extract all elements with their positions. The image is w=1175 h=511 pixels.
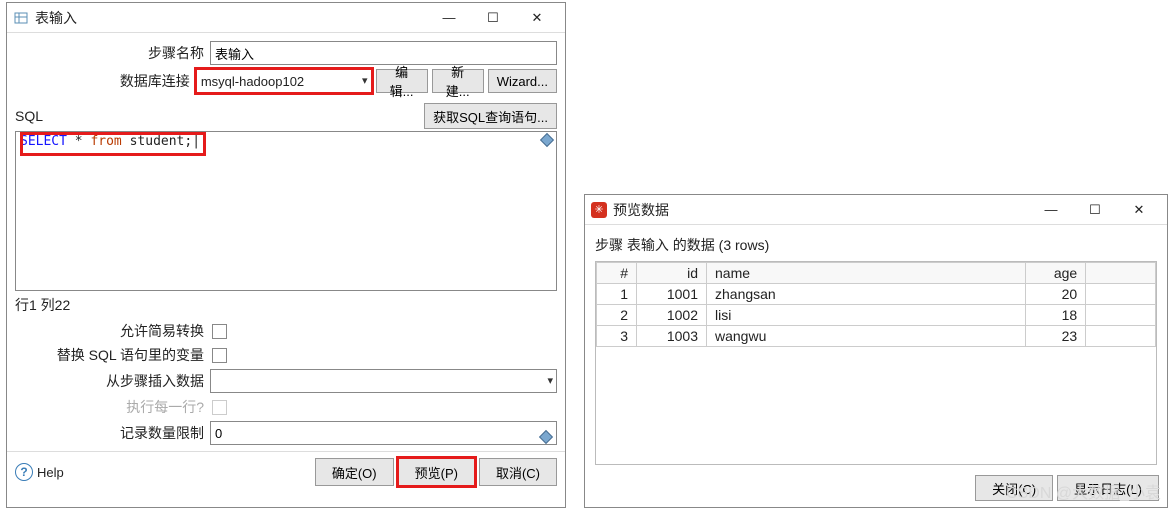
wizard-button[interactable]: Wizard... (488, 69, 557, 93)
preview-icon: ✳ (591, 202, 607, 218)
replace-vars-checkbox[interactable] (212, 348, 227, 363)
dialog-footer: ? Help 确定(O) 预览(P) 取消(C) (7, 451, 565, 492)
exec-each-row-checkbox (212, 400, 227, 415)
col-age: age (1026, 263, 1086, 284)
table-header-row: # id name age (597, 263, 1156, 284)
replace-vars-label: 替换 SQL 语句里的变量 (15, 345, 210, 365)
titlebar: ✳ 预览数据 — ☐ ✕ (585, 195, 1167, 225)
db-connection-combo[interactable]: msyql-hadoop102 ▾ (196, 69, 372, 93)
close-preview-button[interactable]: 关闭(C) (975, 475, 1053, 501)
close-button[interactable]: ✕ (515, 4, 559, 32)
table-input-dialog: 表输入 — ☐ ✕ 步骤名称 数据库连接 msyql-hadoop102 ▾ 编… (6, 2, 566, 508)
help-link[interactable]: Help (37, 465, 64, 480)
record-limit-label: 记录数量限制 (15, 423, 210, 443)
new-connection-button[interactable]: 新建... (432, 69, 484, 93)
exec-each-row-label: 执行每一行? (15, 397, 210, 417)
allow-simple-label: 允许简易转换 (15, 321, 210, 341)
col-name: name (707, 263, 1026, 284)
table-row[interactable]: 2 1002 lisi 18 (597, 305, 1156, 326)
step-name-input[interactable] (210, 41, 557, 65)
get-sql-button[interactable]: 获取SQL查询语句... (424, 103, 557, 129)
ok-button[interactable]: 确定(O) (315, 458, 394, 486)
record-limit-input[interactable] (210, 421, 557, 445)
table-row[interactable]: 3 1003 wangwu 23 (597, 326, 1156, 347)
col-index: # (597, 263, 637, 284)
col-filler (1086, 263, 1156, 284)
insert-from-step-label: 从步骤插入数据 (15, 371, 210, 391)
form-area: 步骤名称 数据库连接 msyql-hadoop102 ▾ 编辑... 新建...… (7, 33, 565, 99)
help-icon: ? (15, 463, 33, 481)
preview-footer: 关闭(C) 显示日志(L) (585, 471, 1167, 507)
cursor-position-status: 行1 列22 (7, 293, 565, 317)
preview-dialog-title: 预览数据 (613, 200, 1029, 220)
close-button[interactable]: ✕ (1117, 196, 1161, 224)
sql-editor[interactable]: SELECT * from student;| (15, 131, 557, 291)
edit-connection-button[interactable]: 编辑... (376, 69, 428, 93)
cancel-button[interactable]: 取消(C) (479, 458, 557, 486)
insert-from-step-value (210, 369, 557, 393)
col-id: id (637, 263, 707, 284)
minimize-button[interactable]: — (1029, 196, 1073, 224)
preview-data-dialog: ✳ 预览数据 — ☐ ✕ 步骤 表输入 的数据 (3 rows) # id na… (584, 194, 1168, 508)
sql-label: SQL (15, 108, 43, 124)
show-log-button[interactable]: 显示日志(L) (1057, 475, 1159, 501)
preview-grid[interactable]: # id name age 1 1001 zhangsan 20 (595, 261, 1157, 465)
table-row[interactable]: 1 1001 zhangsan 20 (597, 284, 1156, 305)
preview-button[interactable]: 预览(P) (398, 458, 475, 486)
insert-from-step-combo[interactable]: ▾ (210, 369, 557, 393)
titlebar: 表输入 — ☐ ✕ (7, 3, 565, 33)
dialog-title: 表输入 (35, 8, 427, 28)
db-connection-label: 数据库连接 (15, 71, 196, 91)
table-input-icon (13, 10, 29, 26)
preview-caption: 步骤 表输入 的数据 (3 rows) (595, 235, 1157, 255)
sql-content: SELECT * from student;| (16, 132, 556, 151)
maximize-button[interactable]: ☐ (1073, 196, 1117, 224)
maximize-button[interactable]: ☐ (471, 4, 515, 32)
step-name-label: 步骤名称 (15, 43, 210, 63)
allow-simple-checkbox[interactable] (212, 324, 227, 339)
minimize-button[interactable]: — (427, 4, 471, 32)
db-connection-value: msyql-hadoop102 (196, 69, 372, 93)
